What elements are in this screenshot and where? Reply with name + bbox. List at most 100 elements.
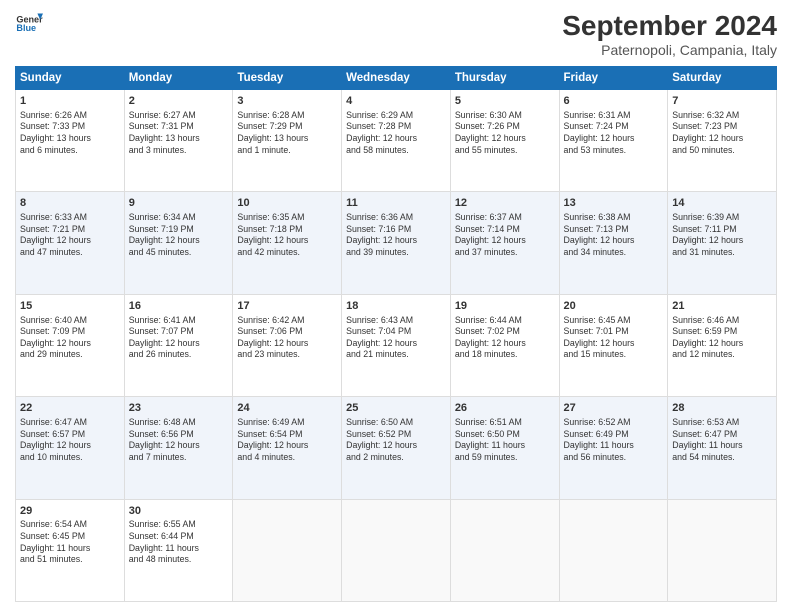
calendar-cell-5-4 xyxy=(342,499,451,601)
day-info: Sunrise: 6:39 AM Sunset: 7:11 PM Dayligh… xyxy=(672,212,772,258)
logo-icon: General Blue xyxy=(15,10,43,38)
day-number: 16 xyxy=(129,299,229,314)
calendar-cell-1-3: 3Sunrise: 6:28 AM Sunset: 7:29 PM Daylig… xyxy=(233,90,342,192)
calendar-cell-3-5: 19Sunrise: 6:44 AM Sunset: 7:02 PM Dayli… xyxy=(450,294,559,396)
day-number: 4 xyxy=(346,94,446,109)
calendar-cell-5-3 xyxy=(233,499,342,601)
calendar-cell-3-7: 21Sunrise: 6:46 AM Sunset: 6:59 PM Dayli… xyxy=(668,294,777,396)
day-number: 12 xyxy=(455,196,555,211)
calendar-cell-4-4: 25Sunrise: 6:50 AM Sunset: 6:52 PM Dayli… xyxy=(342,397,451,499)
location: Paternopoli, Campania, Italy xyxy=(562,42,777,58)
calendar-cell-1-5: 5Sunrise: 6:30 AM Sunset: 7:26 PM Daylig… xyxy=(450,90,559,192)
day-number: 11 xyxy=(346,196,446,211)
day-number: 15 xyxy=(20,299,120,314)
day-info: Sunrise: 6:28 AM Sunset: 7:29 PM Dayligh… xyxy=(237,110,337,156)
day-info: Sunrise: 6:41 AM Sunset: 7:07 PM Dayligh… xyxy=(129,315,229,361)
calendar-header-row: SundayMondayTuesdayWednesdayThursdayFrid… xyxy=(16,67,777,90)
day-info: Sunrise: 6:46 AM Sunset: 6:59 PM Dayligh… xyxy=(672,315,772,361)
logo: General Blue xyxy=(15,10,43,38)
day-number: 27 xyxy=(564,401,664,416)
calendar-cell-3-1: 15Sunrise: 6:40 AM Sunset: 7:09 PM Dayli… xyxy=(16,294,125,396)
day-info: Sunrise: 6:49 AM Sunset: 6:54 PM Dayligh… xyxy=(237,417,337,463)
day-number: 21 xyxy=(672,299,772,314)
day-info: Sunrise: 6:43 AM Sunset: 7:04 PM Dayligh… xyxy=(346,315,446,361)
month-title: September 2024 xyxy=(562,10,777,42)
calendar-cell-3-3: 17Sunrise: 6:42 AM Sunset: 7:06 PM Dayli… xyxy=(233,294,342,396)
day-info: Sunrise: 6:40 AM Sunset: 7:09 PM Dayligh… xyxy=(20,315,120,361)
day-number: 20 xyxy=(564,299,664,314)
day-info: Sunrise: 6:31 AM Sunset: 7:24 PM Dayligh… xyxy=(564,110,664,156)
calendar-cell-2-4: 11Sunrise: 6:36 AM Sunset: 7:16 PM Dayli… xyxy=(342,192,451,294)
day-info: Sunrise: 6:47 AM Sunset: 6:57 PM Dayligh… xyxy=(20,417,120,463)
day-number: 22 xyxy=(20,401,120,416)
title-area: September 2024 Paternopoli, Campania, It… xyxy=(562,10,777,58)
calendar-cell-1-2: 2Sunrise: 6:27 AM Sunset: 7:31 PM Daylig… xyxy=(124,90,233,192)
header: General Blue September 2024 Paternopoli,… xyxy=(15,10,777,58)
day-number: 28 xyxy=(672,401,772,416)
day-number: 10 xyxy=(237,196,337,211)
day-info: Sunrise: 6:35 AM Sunset: 7:18 PM Dayligh… xyxy=(237,212,337,258)
calendar-cell-1-1: 1Sunrise: 6:26 AM Sunset: 7:33 PM Daylig… xyxy=(16,90,125,192)
day-number: 23 xyxy=(129,401,229,416)
calendar-cell-2-7: 14Sunrise: 6:39 AM Sunset: 7:11 PM Dayli… xyxy=(668,192,777,294)
calendar-cell-2-6: 13Sunrise: 6:38 AM Sunset: 7:13 PM Dayli… xyxy=(559,192,668,294)
day-info: Sunrise: 6:45 AM Sunset: 7:01 PM Dayligh… xyxy=(564,315,664,361)
day-info: Sunrise: 6:55 AM Sunset: 6:44 PM Dayligh… xyxy=(129,519,229,565)
calendar-week-2: 8Sunrise: 6:33 AM Sunset: 7:21 PM Daylig… xyxy=(16,192,777,294)
day-number: 5 xyxy=(455,94,555,109)
calendar-cell-1-4: 4Sunrise: 6:29 AM Sunset: 7:28 PM Daylig… xyxy=(342,90,451,192)
day-info: Sunrise: 6:37 AM Sunset: 7:14 PM Dayligh… xyxy=(455,212,555,258)
day-info: Sunrise: 6:50 AM Sunset: 6:52 PM Dayligh… xyxy=(346,417,446,463)
col-header-saturday: Saturday xyxy=(668,67,777,90)
day-info: Sunrise: 6:36 AM Sunset: 7:16 PM Dayligh… xyxy=(346,212,446,258)
day-info: Sunrise: 6:53 AM Sunset: 6:47 PM Dayligh… xyxy=(672,417,772,463)
day-number: 26 xyxy=(455,401,555,416)
day-info: Sunrise: 6:30 AM Sunset: 7:26 PM Dayligh… xyxy=(455,110,555,156)
calendar-week-4: 22Sunrise: 6:47 AM Sunset: 6:57 PM Dayli… xyxy=(16,397,777,499)
day-number: 13 xyxy=(564,196,664,211)
svg-text:Blue: Blue xyxy=(16,23,36,33)
day-info: Sunrise: 6:54 AM Sunset: 6:45 PM Dayligh… xyxy=(20,519,120,565)
day-number: 2 xyxy=(129,94,229,109)
calendar-cell-2-5: 12Sunrise: 6:37 AM Sunset: 7:14 PM Dayli… xyxy=(450,192,559,294)
day-info: Sunrise: 6:51 AM Sunset: 6:50 PM Dayligh… xyxy=(455,417,555,463)
day-number: 1 xyxy=(20,94,120,109)
calendar: SundayMondayTuesdayWednesdayThursdayFrid… xyxy=(15,66,777,602)
day-info: Sunrise: 6:33 AM Sunset: 7:21 PM Dayligh… xyxy=(20,212,120,258)
calendar-cell-4-3: 24Sunrise: 6:49 AM Sunset: 6:54 PM Dayli… xyxy=(233,397,342,499)
calendar-cell-5-6 xyxy=(559,499,668,601)
col-header-wednesday: Wednesday xyxy=(342,67,451,90)
col-header-sunday: Sunday xyxy=(16,67,125,90)
calendar-cell-1-7: 7Sunrise: 6:32 AM Sunset: 7:23 PM Daylig… xyxy=(668,90,777,192)
calendar-cell-4-6: 27Sunrise: 6:52 AM Sunset: 6:49 PM Dayli… xyxy=(559,397,668,499)
calendar-cell-4-1: 22Sunrise: 6:47 AM Sunset: 6:57 PM Dayli… xyxy=(16,397,125,499)
day-number: 6 xyxy=(564,94,664,109)
calendar-cell-2-1: 8Sunrise: 6:33 AM Sunset: 7:21 PM Daylig… xyxy=(16,192,125,294)
day-number: 25 xyxy=(346,401,446,416)
calendar-cell-5-2: 30Sunrise: 6:55 AM Sunset: 6:44 PM Dayli… xyxy=(124,499,233,601)
calendar-cell-2-2: 9Sunrise: 6:34 AM Sunset: 7:19 PM Daylig… xyxy=(124,192,233,294)
day-info: Sunrise: 6:52 AM Sunset: 6:49 PM Dayligh… xyxy=(564,417,664,463)
calendar-cell-1-6: 6Sunrise: 6:31 AM Sunset: 7:24 PM Daylig… xyxy=(559,90,668,192)
calendar-cell-5-5 xyxy=(450,499,559,601)
day-number: 8 xyxy=(20,196,120,211)
col-header-tuesday: Tuesday xyxy=(233,67,342,90)
day-number: 7 xyxy=(672,94,772,109)
day-number: 18 xyxy=(346,299,446,314)
calendar-cell-4-5: 26Sunrise: 6:51 AM Sunset: 6:50 PM Dayli… xyxy=(450,397,559,499)
day-number: 19 xyxy=(455,299,555,314)
day-info: Sunrise: 6:26 AM Sunset: 7:33 PM Dayligh… xyxy=(20,110,120,156)
day-info: Sunrise: 6:48 AM Sunset: 6:56 PM Dayligh… xyxy=(129,417,229,463)
col-header-monday: Monday xyxy=(124,67,233,90)
day-number: 14 xyxy=(672,196,772,211)
day-number: 30 xyxy=(129,504,229,519)
day-info: Sunrise: 6:44 AM Sunset: 7:02 PM Dayligh… xyxy=(455,315,555,361)
calendar-cell-3-4: 18Sunrise: 6:43 AM Sunset: 7:04 PM Dayli… xyxy=(342,294,451,396)
day-info: Sunrise: 6:38 AM Sunset: 7:13 PM Dayligh… xyxy=(564,212,664,258)
calendar-cell-3-2: 16Sunrise: 6:41 AM Sunset: 7:07 PM Dayli… xyxy=(124,294,233,396)
day-number: 17 xyxy=(237,299,337,314)
day-number: 29 xyxy=(20,504,120,519)
calendar-cell-5-7 xyxy=(668,499,777,601)
col-header-thursday: Thursday xyxy=(450,67,559,90)
calendar-week-3: 15Sunrise: 6:40 AM Sunset: 7:09 PM Dayli… xyxy=(16,294,777,396)
